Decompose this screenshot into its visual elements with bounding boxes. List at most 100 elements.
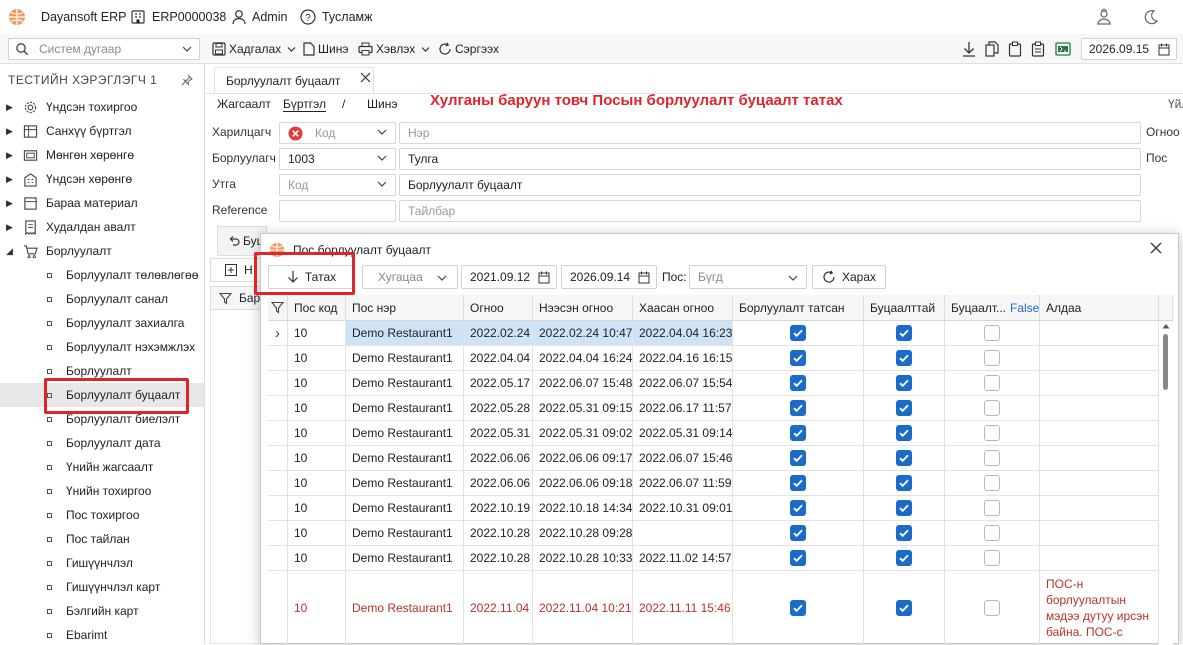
column-header-pos-code[interactable]: Пос код <box>288 295 346 321</box>
download-icon[interactable] <box>962 34 976 64</box>
cell-has-return[interactable] <box>864 396 945 421</box>
checkbox-checked[interactable] <box>790 550 806 566</box>
expand-arrow-icon[interactable]: ▶ <box>6 198 18 209</box>
refresh-button[interactable]: Сэргээх <box>438 34 499 64</box>
table-row[interactable]: 10 Demo Restaurant1 2022.05.17 2022.06.07 1… <box>261 371 1159 396</box>
seller-code-field[interactable]: 1003 <box>279 148 396 170</box>
calendar-icon[interactable] <box>638 271 650 284</box>
paste-icon[interactable] <box>1008 34 1022 64</box>
chevron-down-icon[interactable] <box>421 46 430 53</box>
date-to-field[interactable]: 2026.09.14 <box>561 265 657 289</box>
chevron-down-icon[interactable] <box>287 46 296 53</box>
column-header-sales-pulled[interactable]: Борлуулалт татсан <box>733 295 864 321</box>
excel-export-icon[interactable] <box>1055 34 1071 64</box>
dark-mode-icon[interactable] <box>1143 0 1159 34</box>
sidebar-group-sales[interactable]: ◢ Борлуулалт <box>0 239 204 263</box>
checkbox-checked[interactable] <box>896 599 912 616</box>
customer-name-field[interactable]: Нэр <box>399 122 1141 144</box>
expand-arrow-icon[interactable]: ▶ <box>6 126 18 137</box>
sidebar-item-sales-offer[interactable]: Борлуулалт санал <box>0 287 204 311</box>
copy-icon[interactable] <box>985 34 999 64</box>
working-date-field[interactable]: 2026.09.15 <box>1081 38 1177 60</box>
reference-field[interactable] <box>279 200 396 222</box>
view-button[interactable]: Харах <box>812 265 886 289</box>
sidebar-group-cash[interactable]: ▶ Мөнгөн хөрөнгө <box>0 143 204 167</box>
context-value-field[interactable]: Борлуулалт буцаалт <box>399 174 1141 196</box>
sidebar-item-sales-order[interactable]: Борлуулалт захиалга <box>0 311 204 335</box>
checkbox-unchecked[interactable] <box>984 325 1000 341</box>
row-indicator[interactable] <box>268 546 288 571</box>
tab-sales-return[interactable]: Борлуулалт буцаалт <box>214 67 374 93</box>
checkbox-checked[interactable] <box>790 450 806 466</box>
sidebar-item-gift-card[interactable]: Бэлгийн карт <box>0 599 204 623</box>
sidebar-group-purchasing[interactable]: ▶ Худалдан авалт <box>0 215 204 239</box>
save-button[interactable]: Хадгалах <box>212 34 296 64</box>
filter-icon[interactable] <box>271 301 284 314</box>
cell-sales-pulled[interactable] <box>733 571 864 645</box>
print-button[interactable]: Хэвлэх <box>358 34 430 64</box>
checkbox-checked[interactable] <box>896 550 912 566</box>
cell-returned[interactable] <box>945 546 1040 571</box>
checkbox-unchecked[interactable] <box>984 550 1000 566</box>
clipboard-icon[interactable] <box>1031 34 1045 64</box>
account-icon[interactable] <box>1095 0 1113 34</box>
table-row[interactable]: 10 Demo Restaurant1 2022.06.06 2022.06.06 0… <box>261 471 1159 496</box>
context-code-field[interactable]: Код <box>279 174 396 196</box>
table-row[interactable]: 10 Demo Restaurant1 2022.10.28 2022.10.28 1… <box>261 546 1159 571</box>
checkbox-checked[interactable] <box>896 325 912 341</box>
filter-icon[interactable] <box>219 292 232 305</box>
sidebar-item-sales-plan[interactable]: Борлуулалт төлөвлөгөө <box>0 263 204 287</box>
cell-has-return[interactable] <box>864 321 945 346</box>
column-header-error[interactable]: Алдаа <box>1040 295 1159 321</box>
sidebar-item-pos-report[interactable]: Пос тайлан <box>0 527 204 551</box>
sidebar-group-finance[interactable]: ▶ Санхүү бүртгэл <box>0 119 204 143</box>
checkbox-unchecked[interactable] <box>984 450 1000 466</box>
help-button[interactable]: ? Тусламж <box>300 0 373 34</box>
sidebar-item-price-settings[interactable]: Үнийн тохиргоо <box>0 479 204 503</box>
column-header-pos-name[interactable]: Пос нэр <box>346 295 464 321</box>
column-header-has-return[interactable]: Буцаалттай <box>864 295 945 321</box>
sidebar-item-ebarimt[interactable]: Ebarimt <box>0 623 204 644</box>
cell-returned[interactable] <box>945 521 1040 546</box>
row-indicator[interactable]: › <box>268 321 288 346</box>
table-row[interactable]: 10 Demo Restaurant1 2022.10.28 2022.10.28 0… <box>261 521 1159 546</box>
collapse-arrow-icon[interactable]: ◢ <box>6 246 18 257</box>
checkbox-checked[interactable] <box>790 500 806 516</box>
cell-sales-pulled[interactable] <box>733 496 864 521</box>
date-from-field[interactable]: 2021.09.12 <box>461 265 557 289</box>
scrollbar-thumb[interactable] <box>1163 334 1168 390</box>
sidebar-item-membership-card[interactable]: Гишүүнчлэл карт <box>0 575 204 599</box>
user-menu[interactable]: Admin <box>231 0 287 34</box>
cell-sales-pulled[interactable] <box>733 371 864 396</box>
expand-arrow-icon[interactable]: ▶ <box>6 174 18 185</box>
checkbox-unchecked[interactable] <box>984 350 1000 366</box>
cell-sales-pulled[interactable] <box>733 521 864 546</box>
checkbox-checked[interactable] <box>790 325 806 341</box>
row-indicator[interactable] <box>268 346 288 371</box>
cell-has-return[interactable] <box>864 496 945 521</box>
checkbox-unchecked[interactable] <box>984 525 1000 541</box>
table-row[interactable]: 10 Demo Restaurant1 2022.05.28 2022.05.31 0… <box>261 396 1159 421</box>
sidebar-group-general-settings[interactable]: ▶ Үндсэн тохиргоо <box>0 95 204 119</box>
cell-sales-pulled[interactable] <box>733 396 864 421</box>
cell-returned[interactable] <box>945 321 1040 346</box>
customer-code-field[interactable]: Код <box>279 122 396 144</box>
cell-sales-pulled[interactable] <box>733 321 864 346</box>
cell-has-return[interactable] <box>864 446 945 471</box>
grid-scrollbar[interactable] <box>1159 321 1173 645</box>
table-row[interactable]: 10 Demo Restaurant1 2022.06.06 2022.06.06 0… <box>261 446 1159 471</box>
checkbox-checked[interactable] <box>896 375 912 391</box>
column-header-date[interactable]: Огноо <box>464 295 533 321</box>
checkbox-unchecked[interactable] <box>984 400 1000 416</box>
checkbox-checked[interactable] <box>896 400 912 416</box>
cell-has-return[interactable] <box>864 421 945 446</box>
row-indicator[interactable] <box>268 421 288 446</box>
table-row[interactable]: 10 Demo Restaurant1 2022.11.04 2022.11.04 1… <box>261 571 1159 645</box>
row-indicator[interactable] <box>268 521 288 546</box>
system-number-search[interactable]: Систем дугаар <box>8 38 200 60</box>
close-tab-icon[interactable] <box>360 72 371 83</box>
column-header-opened[interactable]: Нээсэн огноо <box>533 295 633 321</box>
column-header-closed[interactable]: Хаасан огноо <box>633 295 733 321</box>
checkbox-checked[interactable] <box>790 599 806 616</box>
checkbox-checked[interactable] <box>896 500 912 516</box>
